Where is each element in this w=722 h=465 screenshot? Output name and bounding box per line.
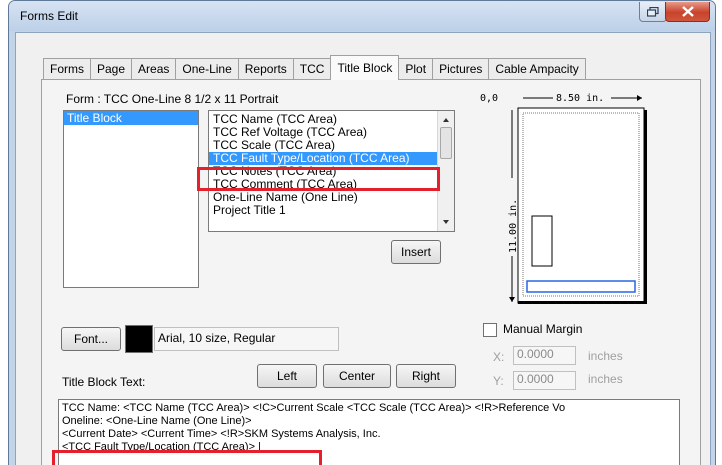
margin-x-input[interactable]: 0.0000 bbox=[513, 346, 576, 365]
margin-y-input[interactable]: 0.0000 bbox=[513, 371, 576, 390]
page-preview: 0,0 8.50 in. 11.00 in. bbox=[480, 93, 647, 304]
x-unit-label: inches bbox=[588, 349, 623, 363]
text-line: TCC Name: <TCC Name (TCC Area)> <!C>Curr… bbox=[62, 402, 566, 414]
font-button[interactable]: Font... bbox=[61, 327, 121, 351]
align-left-button[interactable]: Left bbox=[257, 364, 317, 388]
preview-origin-label: 0,0 bbox=[480, 93, 498, 104]
tab-pictures[interactable]: Pictures bbox=[432, 58, 490, 79]
tab-page[interactable]: Page bbox=[90, 58, 133, 79]
text-line: <Current Date> <Current Time> <!R>SKM Sy… bbox=[62, 428, 381, 440]
font-description: Arial, 10 size, Regular bbox=[154, 327, 339, 351]
text-line: Oneline: <One-Line Name (One Line)> bbox=[62, 415, 252, 427]
tab-plot[interactable]: Plot bbox=[398, 58, 434, 79]
y-unit-label: inches bbox=[588, 372, 623, 386]
restore-icon bbox=[647, 6, 659, 17]
element-list[interactable]: Title Block bbox=[63, 110, 199, 288]
y-label: Y: bbox=[493, 374, 504, 388]
align-center-button[interactable]: Center bbox=[323, 364, 391, 388]
scroll-up-icon[interactable] bbox=[438, 113, 454, 127]
tab-title-block[interactable]: Title Block bbox=[330, 55, 400, 80]
manual-margin-label: Manual Margin bbox=[503, 322, 583, 336]
highlight-selected-field bbox=[197, 167, 440, 191]
align-right-button[interactable]: Right bbox=[396, 364, 456, 388]
forms-edit-window: Forms Edit Forms Page Areas One-Line Rep… bbox=[8, 0, 716, 465]
restore-button[interactable] bbox=[639, 2, 667, 22]
dialog-client: Forms Page Areas One-Line Reports TCC Ti… bbox=[15, 32, 711, 465]
insert-button[interactable]: Insert bbox=[391, 240, 441, 264]
scroll-thumb[interactable] bbox=[440, 127, 452, 159]
tab-strip: Forms Page Areas One-Line Reports TCC Ti… bbox=[43, 55, 586, 80]
scroll-down-icon[interactable] bbox=[438, 215, 454, 229]
window-title: Forms Edit bbox=[20, 9, 79, 23]
preview-height-label: 11.00 in. bbox=[508, 199, 519, 253]
tab-forms[interactable]: Forms bbox=[43, 58, 91, 79]
form-label: Form : TCC One-Line 8 1/2 x 11 Portrait bbox=[66, 92, 279, 106]
preview-width-label: 8.50 in. bbox=[556, 93, 604, 104]
tab-one-line[interactable]: One-Line bbox=[175, 58, 239, 79]
tab-areas[interactable]: Areas bbox=[131, 58, 177, 79]
x-label: X: bbox=[493, 350, 505, 364]
close-icon bbox=[681, 6, 694, 17]
field-item[interactable]: Project Title 1 bbox=[209, 204, 454, 217]
title-block-panel: Form : TCC One-Line 8 1/2 x 11 Portrait … bbox=[41, 79, 701, 465]
close-button[interactable] bbox=[665, 2, 710, 22]
tab-cable-ampacity[interactable]: Cable Ampacity bbox=[488, 58, 586, 79]
font-color-swatch[interactable] bbox=[125, 325, 153, 353]
list-item-title-block[interactable]: Title Block bbox=[64, 111, 198, 125]
title-bar: Forms Edit bbox=[9, 1, 715, 31]
tab-reports[interactable]: Reports bbox=[237, 58, 294, 79]
title-block-text-label: Title Block Text: bbox=[62, 375, 146, 389]
tab-tcc[interactable]: TCC bbox=[292, 58, 332, 79]
manual-margin-checkbox[interactable] bbox=[483, 323, 497, 337]
highlight-inserted-text bbox=[52, 450, 322, 465]
